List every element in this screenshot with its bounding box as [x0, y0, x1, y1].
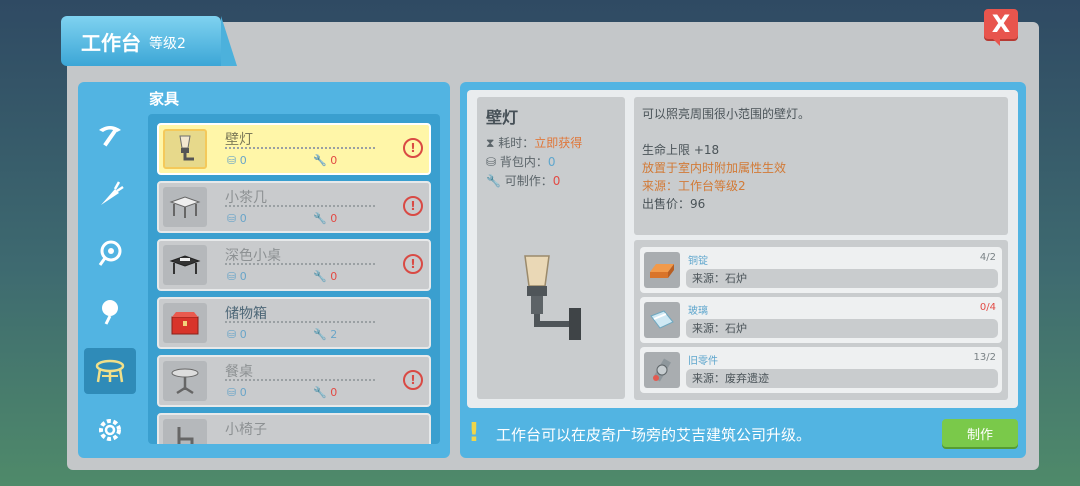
backpack-icon: ⛁: [486, 155, 497, 169]
material-name: 旧零件: [688, 356, 718, 367]
item-source: 来源：工作台等级2: [642, 179, 746, 193]
workbench-level: 等级2: [149, 36, 186, 52]
material-source: 来源：石炉: [686, 319, 998, 338]
wall-lamp-icon: [163, 129, 207, 169]
recipe-item-dark-small-table[interactable]: 深色小桌 ⛁ 0 🔧 0 !: [157, 239, 431, 291]
craftable-stat: 🔧 可制作：0: [486, 174, 561, 188]
recipe-item-wall-lamp[interactable]: 壁灯 ⛁ 0 🔧 0 !: [157, 123, 431, 175]
recipe-item-name: 餐桌: [225, 364, 253, 380]
craft-button[interactable]: 制作: [942, 419, 1018, 447]
description-text: 可以照亮周围很小范围的壁灯。: [642, 107, 811, 121]
item-title: 壁灯: [486, 108, 519, 127]
recipe-item-storage-box[interactable]: 储物箱 ⛁ 0 🔧 2: [157, 297, 431, 349]
warning-icon[interactable]: !: [403, 138, 423, 158]
material-copper-ingot[interactable]: 铜锭 4/2 来源：石炉: [640, 247, 1002, 293]
warning-icon[interactable]: !: [403, 196, 423, 216]
material-count: 4/2: [979, 252, 996, 263]
recipe-item-name: 小椅子: [225, 422, 267, 438]
wrench-icon: 🔧: [313, 328, 327, 341]
category-tools-tab[interactable]: [84, 112, 136, 158]
recipe-item-dining-table[interactable]: 餐桌 ⛁ 0 🔧 0 !: [157, 355, 431, 407]
category-furniture-tab[interactable]: [84, 348, 136, 394]
material-source: 来源：废弃遗迹: [686, 369, 998, 388]
bag-count: ⛁ 0: [227, 270, 247, 283]
window-title: 工作台: [81, 30, 141, 55]
bag-stat: ⛁ 背包内：0: [486, 155, 556, 169]
pickaxe-icon: [99, 126, 121, 147]
category-food-tab[interactable]: [84, 171, 136, 217]
recipe-list[interactable]: 壁灯 ⛁ 0 🔧 0 ! 小茶几 ⛁ 0 🔧 0 ! 深色小桌 ⛁ 0 🔧 0 …: [148, 114, 440, 444]
craftable-count: 🔧 0: [313, 270, 338, 283]
bag-count: ⛁ 0: [227, 212, 247, 225]
material-count: 13/2: [973, 352, 996, 363]
material-old-parts[interactable]: 旧零件 13/2 来源：废弃遗迹: [640, 347, 1002, 393]
exclamation-icon: !: [468, 418, 480, 448]
hourglass-icon: ⧗: [486, 136, 495, 150]
dark-table-icon: [163, 245, 207, 285]
dining-table-icon: [163, 361, 207, 401]
craftable-count: 🔧 0: [313, 154, 338, 167]
chair-icon: [163, 419, 207, 444]
bag-count: ⛁ 0: [227, 154, 247, 167]
window-title-tab: 工作台 等级2: [61, 16, 237, 66]
warning-icon[interactable]: !: [403, 254, 423, 274]
wrench-icon: 🔧: [486, 174, 501, 188]
wrench-icon: 🔧: [313, 270, 327, 283]
furniture-icon: [95, 359, 125, 383]
warning-icon[interactable]: !: [403, 370, 423, 390]
carrot-icon: [101, 181, 124, 205]
old-parts-icon: [644, 352, 680, 388]
category-seed-tab[interactable]: [84, 230, 136, 276]
material-name: 玻璃: [688, 306, 708, 317]
item-description: 可以照亮周围很小范围的壁灯。 生命上限 +18 放置于室内时附加属性生效 来源：…: [634, 97, 1008, 235]
copper-ingot-icon: [644, 252, 680, 288]
recipe-item-small-tea-table[interactable]: 小茶几 ⛁ 0 🔧 0 !: [157, 181, 431, 233]
bag-count: ⛁ 0: [227, 386, 247, 399]
storage-box-icon: [163, 303, 207, 343]
craftable-count: 🔧 2: [313, 328, 338, 341]
category-sidebar: [84, 112, 140, 466]
hp-bonus: 生命上限 +18: [642, 143, 720, 157]
material-name: 铜锭: [688, 256, 708, 267]
list-title: 家具: [149, 90, 180, 108]
wrench-icon: 🔧: [313, 212, 327, 225]
category-parts-tab[interactable]: [84, 407, 136, 453]
recipe-item-name: 储物箱: [225, 306, 267, 322]
craftable-count: 🔧 0: [313, 386, 338, 399]
effect-note: 放置于室内时附加属性生效: [642, 161, 787, 175]
wrench-icon: 🔧: [313, 154, 327, 167]
material-count: 0/4: [979, 302, 996, 313]
wrench-icon: 🔧: [313, 386, 327, 399]
tea-table-icon: [163, 187, 207, 227]
glass-icon: [644, 302, 680, 338]
upgrade-hint: 工作台可以在皮奇广场旁的艾吉建筑公司升级。: [496, 426, 812, 444]
sell-price: 出售价：96: [642, 197, 706, 211]
category-flower-tab[interactable]: [84, 289, 136, 335]
bag-count: ⛁ 0: [227, 328, 247, 341]
wall-lamp-preview: [524, 255, 581, 340]
flower-icon: [102, 300, 118, 325]
time-stat: ⧗ 耗时：立即获得: [486, 136, 583, 150]
recipe-item-name: 壁灯: [225, 132, 253, 148]
recipe-item-name: 小茶几: [225, 190, 267, 206]
craftable-count: 🔧 0: [313, 212, 338, 225]
recipe-item-name: 深色小桌: [225, 248, 281, 264]
gear-icon: [99, 419, 121, 441]
material-glass[interactable]: 玻璃 0/4 来源：石炉: [640, 297, 1002, 343]
material-source: 来源：石炉: [686, 269, 998, 288]
recipe-item-small-chair[interactable]: 小椅子: [157, 413, 431, 444]
close-button[interactable]: X: [984, 9, 1018, 46]
seed-icon: [98, 240, 122, 266]
